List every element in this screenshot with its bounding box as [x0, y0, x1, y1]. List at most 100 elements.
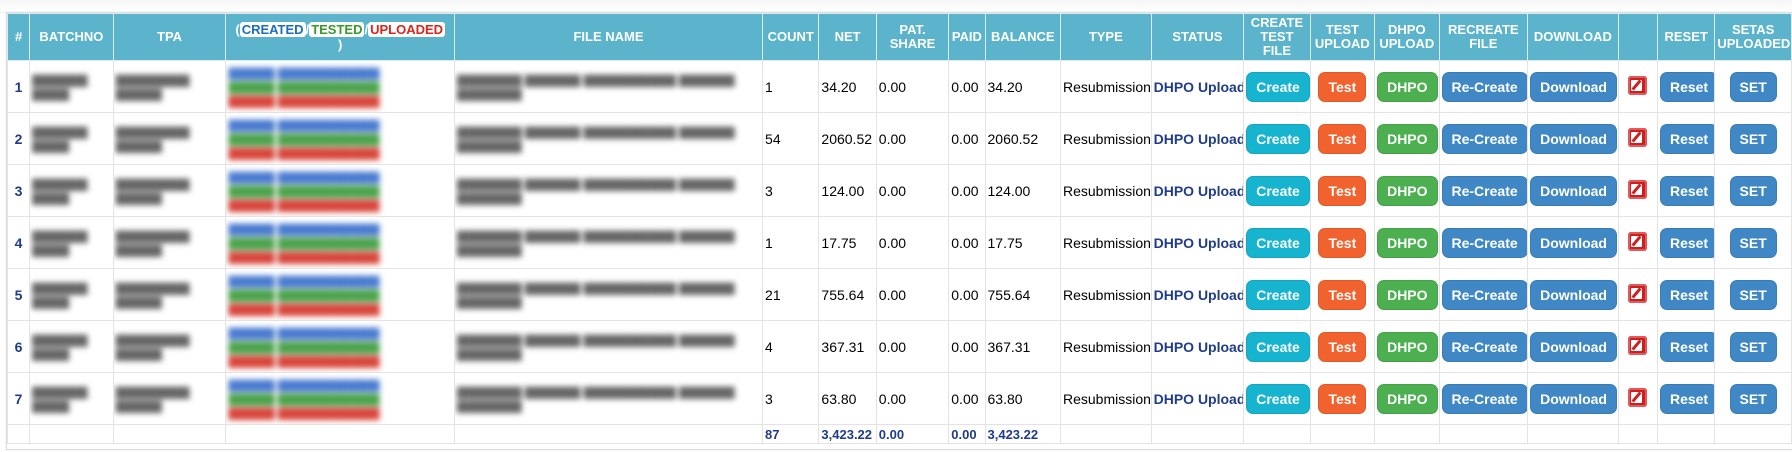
recreate-button[interactable]: Re-Create — [1441, 279, 1527, 310]
test-button[interactable]: Test — [1318, 175, 1367, 206]
reset-button[interactable]: Reset — [1659, 383, 1714, 414]
row-index[interactable]: 6 — [6, 320, 31, 373]
col-header-file-name[interactable]: FILE NAME — [453, 13, 764, 61]
state-cell-redacted: ▇▇▇▇▇ ▇▇▇▇▇▇▇▇▇▇▇ ▇▇▇▇▇ ▇▇▇▇▇▇▇▇▇▇▇ ▇▇▇▇▇ … — [225, 216, 455, 269]
col-header-tpa[interactable]: TPA — [112, 13, 227, 61]
recreate-button[interactable]: Re-Create — [1441, 71, 1527, 102]
balance-cell: 34.20 — [984, 60, 1061, 113]
edit-icon[interactable] — [1628, 127, 1648, 147]
recreate-button[interactable]: Re-Create — [1441, 383, 1527, 414]
recreate-button[interactable]: Re-Create — [1441, 331, 1527, 362]
create-button[interactable]: Create — [1246, 123, 1310, 154]
row-index[interactable]: 3 — [6, 164, 31, 217]
status-cell: DHPO Uploaded — [1150, 60, 1245, 113]
set-button[interactable]: SET — [1729, 383, 1777, 414]
edit-icon[interactable] — [1628, 335, 1648, 355]
row-index[interactable]: 7 — [6, 372, 31, 425]
pat-share-cell: 0.00 — [875, 268, 950, 321]
state-cell-redacted: ▇▇▇▇▇ ▇▇▇▇▇▇▇▇▇▇▇ ▇▇▇▇▇ ▇▇▇▇▇▇▇▇▇▇▇ ▇▇▇▇▇ … — [225, 60, 455, 113]
file-name-cell-redacted: ▇▇▇▇▇▇▇ ▇▇▇▇▇▇ ▇▇▇▇▇▇▇▇▇▇ ▇▇▇▇▇▇ ▇▇▇▇▇▇▇ — [453, 372, 764, 425]
set-button[interactable]: SET — [1729, 71, 1777, 102]
paid-cell: 0.00 — [948, 216, 986, 269]
create-button[interactable]: Create — [1246, 71, 1310, 102]
total-count: 87 — [762, 424, 820, 444]
row-index[interactable]: 5 — [6, 268, 31, 321]
table-row: 2 ▇▇▇▇▇▇ ▇▇▇▇ ▇▇▇▇▇▇▇▇ ▇▇▇▇▇ ▇▇▇▇▇ ▇▇▇▇▇▇▇… — [6, 112, 1792, 165]
col-header-pat-share[interactable]: PAT. SHARE — [875, 13, 950, 61]
pat-share-cell: 0.00 — [875, 164, 950, 217]
col-header-type[interactable]: TYPE — [1060, 13, 1152, 61]
balance-cell: 755.64 — [984, 268, 1061, 321]
batchno-cell-redacted: ▇▇▇▇▇▇ ▇▇▇▇ — [29, 164, 114, 217]
test-button[interactable]: Test — [1318, 331, 1367, 362]
col-header-edit — [1617, 13, 1658, 61]
col-header-balance[interactable]: BALANCE — [984, 13, 1061, 61]
dhpo-button[interactable]: DHPO — [1377, 331, 1438, 362]
row-index[interactable]: 2 — [6, 112, 31, 165]
col-header-status[interactable]: STATUS — [1150, 13, 1245, 61]
col-header-paid[interactable]: PAID — [948, 13, 986, 61]
tpa-cell-redacted: ▇▇▇▇▇▇▇▇ ▇▇▇▇▇ — [112, 112, 227, 165]
file-name-cell-redacted: ▇▇▇▇▇▇▇ ▇▇▇▇▇▇ ▇▇▇▇▇▇▇▇▇▇ ▇▇▇▇▇▇ ▇▇▇▇▇▇▇ — [453, 268, 764, 321]
create-button[interactable]: Create — [1246, 279, 1310, 310]
download-button[interactable]: Download — [1530, 331, 1617, 362]
dhpo-button[interactable]: DHPO — [1377, 227, 1438, 258]
reset-button[interactable]: Reset — [1659, 331, 1714, 362]
batchno-cell-redacted: ▇▇▇▇▇▇ ▇▇▇▇ — [29, 268, 114, 321]
dhpo-button[interactable]: DHPO — [1377, 383, 1438, 414]
batchno-cell-redacted: ▇▇▇▇▇▇ ▇▇▇▇ — [29, 216, 114, 269]
net-cell: 2060.52 — [818, 112, 877, 165]
download-button[interactable]: Download — [1530, 227, 1617, 258]
dhpo-button[interactable]: DHPO — [1377, 71, 1438, 102]
download-button[interactable]: Download — [1530, 123, 1617, 154]
col-header-count[interactable]: COUNT — [762, 13, 820, 61]
download-button[interactable]: Download — [1530, 383, 1617, 414]
dhpo-button[interactable]: DHPO — [1377, 175, 1438, 206]
row-index[interactable]: 1 — [6, 60, 31, 113]
create-button[interactable]: Create — [1246, 331, 1310, 362]
edit-icon[interactable] — [1628, 75, 1648, 95]
recreate-button[interactable]: Re-Create — [1441, 175, 1527, 206]
col-header-net[interactable]: NET — [818, 13, 877, 61]
set-button[interactable]: SET — [1729, 123, 1777, 154]
test-button[interactable]: Test — [1318, 279, 1367, 310]
test-button[interactable]: Test — [1318, 123, 1367, 154]
count-cell: 54 — [762, 112, 820, 165]
create-button[interactable]: Create — [1246, 227, 1310, 258]
set-button[interactable]: SET — [1729, 279, 1777, 310]
create-button[interactable]: Create — [1246, 175, 1310, 206]
row-index[interactable]: 4 — [6, 216, 31, 269]
dhpo-button[interactable]: DHPO — [1377, 123, 1438, 154]
col-header-batchno[interactable]: BATCHNO — [29, 13, 114, 61]
edit-icon[interactable] — [1628, 231, 1648, 251]
col-header-reset: RESET — [1656, 13, 1716, 61]
reset-button[interactable]: Reset — [1659, 123, 1714, 154]
test-button[interactable]: Test — [1318, 71, 1367, 102]
recreate-button[interactable]: Re-Create — [1441, 227, 1527, 258]
file-name-cell-redacted: ▇▇▇▇▇▇▇ ▇▇▇▇▇▇ ▇▇▇▇▇▇▇▇▇▇ ▇▇▇▇▇▇ ▇▇▇▇▇▇▇ — [453, 60, 764, 113]
legend-uploaded: UPLOADED — [368, 22, 446, 37]
set-button[interactable]: SET — [1729, 227, 1777, 258]
create-button[interactable]: Create — [1246, 383, 1310, 414]
recreate-button[interactable]: Re-Create — [1441, 123, 1527, 154]
paid-cell: 0.00 — [948, 112, 986, 165]
set-button[interactable]: SET — [1729, 175, 1777, 206]
reset-button[interactable]: Reset — [1659, 175, 1714, 206]
reset-button[interactable]: Reset — [1659, 279, 1714, 310]
set-button[interactable]: SET — [1729, 331, 1777, 362]
edit-icon[interactable] — [1628, 387, 1648, 407]
net-cell: 63.80 — [818, 372, 877, 425]
legend-created: CREATED — [239, 22, 306, 37]
test-button[interactable]: Test — [1318, 383, 1367, 414]
download-button[interactable]: Download — [1530, 175, 1617, 206]
edit-icon[interactable] — [1628, 179, 1648, 199]
net-cell: 367.31 — [818, 320, 877, 373]
test-button[interactable]: Test — [1318, 227, 1367, 258]
edit-icon[interactable] — [1628, 283, 1648, 303]
reset-button[interactable]: Reset — [1659, 71, 1714, 102]
download-button[interactable]: Download — [1530, 279, 1617, 310]
paid-cell: 0.00 — [948, 372, 986, 425]
download-button[interactable]: Download — [1530, 71, 1617, 102]
reset-button[interactable]: Reset — [1659, 227, 1714, 258]
dhpo-button[interactable]: DHPO — [1377, 279, 1438, 310]
